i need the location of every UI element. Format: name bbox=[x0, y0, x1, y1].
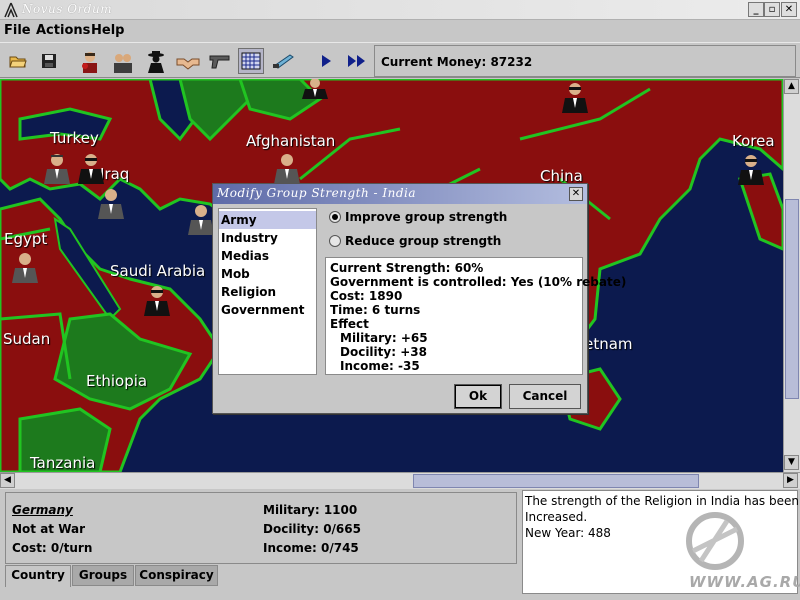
group-list: Army Industry Medias Mob Religion Govern… bbox=[218, 208, 317, 375]
strength-details: Current Strength: 60% Government is cont… bbox=[325, 257, 626, 375]
agent-icon[interactable] bbox=[96, 185, 126, 219]
agent-icon[interactable] bbox=[10, 249, 40, 283]
watermark-text: WWW.AG.RU bbox=[689, 573, 800, 591]
message-log: The strength of the Religion in India ha… bbox=[522, 490, 800, 594]
war-status: Not at War bbox=[12, 522, 86, 536]
country-info-panel: Germany Not at War Cost: 0/turn Military… bbox=[5, 492, 517, 564]
country-name[interactable]: Germany bbox=[12, 503, 73, 517]
watermark-logo-icon bbox=[686, 512, 744, 570]
map-label-tanzania[interactable]: Tanzania bbox=[30, 454, 95, 472]
detail-income: Income: -35 bbox=[340, 359, 420, 373]
vertical-scroll-thumb[interactable] bbox=[785, 199, 799, 399]
cancel-button[interactable]: Cancel bbox=[509, 384, 581, 409]
agent-icon[interactable] bbox=[300, 79, 330, 113]
message-line: Increased. bbox=[525, 510, 588, 524]
detail-effect-heading: Effect bbox=[330, 317, 369, 331]
knife-icon[interactable] bbox=[271, 48, 297, 74]
menu-file[interactable]: File bbox=[4, 23, 31, 38]
app-icon bbox=[4, 2, 18, 18]
map-vertical-scrollbar[interactable]: ▲ ▼ bbox=[783, 79, 800, 472]
map-label-egypt[interactable]: Egypt bbox=[4, 230, 47, 248]
detail-time: Time: 6 turns bbox=[330, 303, 421, 317]
menu-help[interactable]: Help bbox=[91, 23, 124, 38]
agent-duo-icon[interactable] bbox=[110, 48, 136, 74]
save-disk-icon[interactable] bbox=[36, 48, 62, 74]
pistol-icon[interactable] bbox=[207, 48, 233, 74]
map-label-korea[interactable]: Korea bbox=[732, 132, 775, 150]
scroll-up-arrow-icon[interactable]: ▲ bbox=[784, 79, 799, 94]
dialog-title: Modify Group Strength - India bbox=[217, 186, 417, 200]
reduce-strength-option[interactable]: Reduce group strength bbox=[329, 234, 501, 248]
map-label-turkey[interactable]: Turkey bbox=[50, 129, 99, 147]
agent-boxer-icon[interactable] bbox=[77, 48, 103, 74]
window-title: Novus Ordum bbox=[22, 2, 113, 16]
detail-cost: Cost: 1890 bbox=[330, 289, 403, 303]
horizontal-scroll-thumb[interactable] bbox=[413, 474, 699, 488]
agent-icon[interactable] bbox=[42, 150, 72, 184]
tab-groups[interactable]: Groups bbox=[72, 565, 134, 586]
country-docility: Docility: 0/665 bbox=[263, 522, 361, 536]
radio-selected-icon[interactable] bbox=[329, 211, 341, 223]
scroll-right-arrow-icon[interactable]: ▶ bbox=[783, 473, 798, 488]
agent-icon[interactable] bbox=[76, 150, 106, 184]
group-item-mob[interactable]: Mob bbox=[219, 265, 316, 283]
handshake-icon[interactable] bbox=[175, 48, 201, 74]
grid-map-icon[interactable] bbox=[238, 48, 264, 74]
agent-icon[interactable] bbox=[142, 282, 172, 316]
reduce-strength-label: Reduce group strength bbox=[345, 234, 502, 248]
detail-docility: Docility: +38 bbox=[340, 345, 427, 359]
group-item-medias[interactable]: Medias bbox=[219, 247, 316, 265]
title-bar: Novus Ordum _ ▫ ✕ bbox=[0, 0, 800, 20]
ok-button[interactable]: Ok bbox=[454, 384, 502, 409]
menu-actions[interactable]: Actions bbox=[36, 23, 90, 38]
country-cost: Cost: 0/turn bbox=[12, 541, 93, 555]
detail-current-strength: Current Strength: 60% bbox=[330, 261, 484, 275]
open-folder-icon[interactable] bbox=[5, 48, 31, 74]
country-military: Military: 1100 bbox=[263, 503, 358, 517]
modify-group-dialog: Modify Group Strength - India ✕ Army Ind… bbox=[212, 183, 626, 414]
improve-strength-label: Improve group strength bbox=[345, 210, 508, 224]
group-item-religion[interactable]: Religion bbox=[219, 283, 316, 301]
menu-bar: File Actions Help bbox=[0, 20, 800, 42]
group-item-government[interactable]: Government bbox=[219, 301, 316, 319]
maximize-button[interactable]: ▫ bbox=[764, 2, 780, 17]
agent-icon[interactable] bbox=[736, 151, 766, 185]
fast-forward-icon[interactable] bbox=[344, 48, 370, 74]
money-display: Current Money: 87232 bbox=[374, 45, 796, 77]
improve-strength-option[interactable]: Improve group strength bbox=[329, 210, 507, 224]
map-label-sudan[interactable]: Sudan bbox=[3, 330, 50, 348]
detail-military: Military: +65 bbox=[340, 331, 428, 345]
dialog-close-button[interactable]: ✕ bbox=[569, 187, 583, 201]
message-line: The strength of the Religion in India ha… bbox=[525, 494, 799, 508]
map-label-saudi-arabia[interactable]: Saudi Arabia bbox=[110, 262, 205, 280]
toolbar: Current Money: 87232 bbox=[0, 42, 800, 78]
agent-icon[interactable] bbox=[272, 150, 302, 184]
tab-conspiracy[interactable]: Conspiracy bbox=[135, 565, 218, 586]
group-item-industry[interactable]: Industry bbox=[219, 229, 316, 247]
scroll-down-arrow-icon[interactable]: ▼ bbox=[784, 455, 799, 470]
group-item-army[interactable]: Army bbox=[219, 211, 316, 229]
map-label-afghanistan[interactable]: Afghanistan bbox=[246, 132, 335, 150]
scroll-left-arrow-icon[interactable]: ◀ bbox=[0, 473, 15, 488]
close-window-button[interactable]: ✕ bbox=[781, 2, 797, 17]
message-line: New Year: 488 bbox=[525, 526, 611, 540]
dialog-title-bar[interactable]: Modify Group Strength - India ✕ bbox=[213, 184, 587, 204]
current-money: Current Money: 87232 bbox=[381, 55, 533, 69]
spy-silhouette-icon[interactable] bbox=[143, 48, 169, 74]
country-income: Income: 0/745 bbox=[263, 541, 359, 555]
minimize-button[interactable]: _ bbox=[748, 2, 764, 17]
play-icon[interactable] bbox=[313, 48, 339, 74]
map-horizontal-scrollbar[interactable]: ◀ ▶ bbox=[0, 472, 800, 489]
radio-unselected-icon[interactable] bbox=[329, 235, 341, 247]
tab-country[interactable]: Country bbox=[5, 565, 71, 587]
agent-icon[interactable] bbox=[560, 79, 590, 113]
map-label-ethiopia[interactable]: Ethiopia bbox=[86, 372, 147, 390]
detail-government-controlled: Government is controlled: Yes (10% rebat… bbox=[330, 275, 627, 289]
